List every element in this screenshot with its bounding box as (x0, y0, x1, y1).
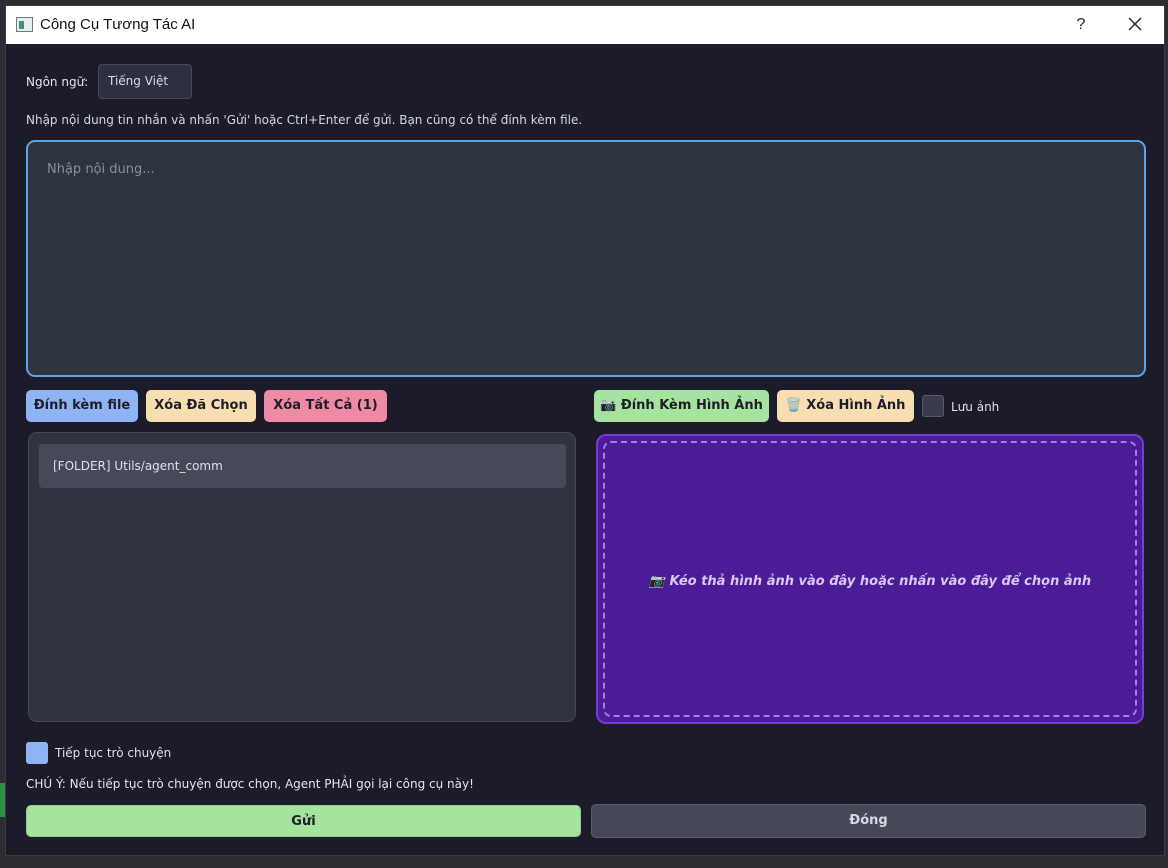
language-select[interactable]: Tiếng Việt (98, 64, 192, 99)
close-button[interactable]: Đóng (591, 804, 1146, 838)
window-title: Công Cụ Tương Tác AI (40, 16, 196, 33)
close-icon (1128, 17, 1142, 31)
continue-chat-checkbox[interactable] (26, 742, 48, 764)
message-input[interactable] (26, 140, 1146, 377)
send-button[interactable]: Gửi (26, 805, 581, 837)
warning-note: CHÚ Ý: Nếu tiếp tục trò chuyện được chọn… (26, 777, 474, 791)
close-window-button[interactable] (1122, 13, 1148, 37)
image-drop-zone[interactable]: 📷 Kéo thả hình ảnh vào đây hoặc nhấn vào… (596, 434, 1144, 724)
drop-zone-text: 📷 Kéo thả hình ảnh vào đây hoặc nhấn vào… (648, 574, 1092, 589)
title-bar: Công Cụ Tương Tác AI ? (6, 6, 1164, 44)
list-item[interactable]: [FOLDER] Utils/agent_comm (39, 444, 566, 488)
attached-files-list[interactable]: [FOLDER] Utils/agent_comm (28, 432, 576, 722)
delete-all-button[interactable]: Xóa Tất Cả (1) (264, 390, 387, 422)
language-label: Ngôn ngữ: (26, 75, 89, 89)
help-button[interactable]: ? (1069, 13, 1093, 37)
instructions-text: Nhập nội dung tin nhắn và nhấn 'Gửi' hoặ… (26, 113, 583, 127)
app-icon (16, 17, 33, 32)
save-image-label: Lưu ảnh (951, 400, 1000, 414)
save-image-checkbox[interactable] (922, 395, 944, 417)
delete-selected-button[interactable]: Xóa Đã Chọn (146, 390, 256, 422)
dialog-window: Công Cụ Tương Tác AI ? Ngôn ngữ: Tiếng V… (5, 5, 1165, 856)
continue-chat-label: Tiếp tục trò chuyện (55, 746, 172, 760)
attach-file-button[interactable]: Đính kèm file (26, 390, 138, 422)
delete-image-button[interactable]: 🗑️ Xóa Hình Ảnh (777, 390, 914, 422)
attach-image-button[interactable]: 📷 Đính Kèm Hình Ảnh (594, 390, 769, 422)
